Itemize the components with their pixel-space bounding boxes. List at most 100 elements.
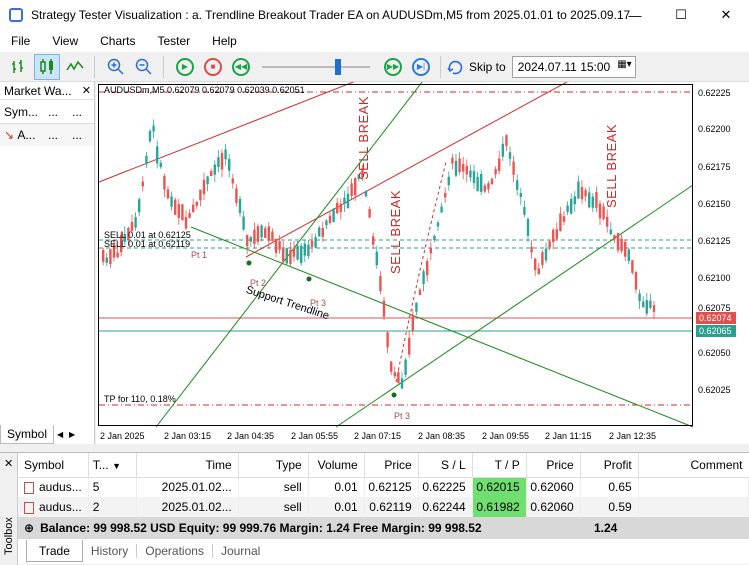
col-volume[interactable]: Volume xyxy=(308,453,365,478)
time-axis-label: 2 Jan 12:35 xyxy=(609,431,657,441)
market-watch-title: Market Wa... xyxy=(4,83,72,98)
skip-to-label: Skip to xyxy=(469,59,506,74)
cell-current-price: 0.62060 xyxy=(526,497,581,517)
position-icon xyxy=(24,482,34,495)
slider-track xyxy=(262,65,370,68)
line-chart-icon xyxy=(66,60,84,70)
cell-comment xyxy=(638,477,749,497)
toolbar: ▶ ■ ◀◀ ▶▶ ▶| Skip to 2024.07.11 15:00 ▦▾ xyxy=(0,52,749,82)
fast-forward-button[interactable]: ▶▶ xyxy=(380,54,406,80)
table-row[interactable]: audus... 5 2025.01.02... sell 0.01 0.621… xyxy=(18,477,749,497)
rewind-icon: ◀◀ xyxy=(232,57,250,76)
col-tp[interactable]: T / P xyxy=(472,453,527,478)
bar-chart-button[interactable] xyxy=(6,54,32,80)
line-chart-button[interactable] xyxy=(62,54,88,80)
time-axis-label: 2 Jan 08:35 xyxy=(418,431,466,441)
cell-volume: 0.01 xyxy=(308,477,365,497)
candlestick-icon xyxy=(40,58,53,74)
tab-history[interactable]: History xyxy=(83,544,138,558)
menu-bar: File View Charts Tester Help xyxy=(0,30,749,52)
table-row[interactable]: audus... 2 2025.01.02... sell 0.01 0.621… xyxy=(18,497,749,517)
menu-help[interactable]: Help xyxy=(201,34,248,48)
toolbar-separator xyxy=(94,55,95,78)
total-profit: 1.24 xyxy=(594,521,618,535)
col-symbol[interactable]: Symbol xyxy=(18,453,89,478)
calendar-dropdown-icon[interactable]: ▦▾ xyxy=(617,59,631,70)
tab-journal[interactable]: Journal xyxy=(213,544,268,558)
zoom-in-button[interactable] xyxy=(103,54,129,80)
window-title: Strategy Tester Visualization : a. Trend… xyxy=(31,8,631,22)
menu-view[interactable]: View xyxy=(41,34,89,48)
market-watch-tabs: Symbol ◀ ▶ xyxy=(0,424,95,444)
price-axis-label: 0.62100 xyxy=(698,273,731,283)
price-axis-label: 0.62025 xyxy=(698,385,731,395)
skip-date-picker[interactable]: 2024.07.11 15:00 ▦▾ xyxy=(511,55,636,78)
mw-col-ask[interactable]: ... xyxy=(68,105,92,119)
col-profit[interactable]: Profit xyxy=(580,453,639,478)
close-button[interactable]: ✕ xyxy=(703,0,749,30)
play-button[interactable]: ▶ xyxy=(172,54,198,80)
bar-chart-icon xyxy=(12,59,23,73)
skip-to-icon xyxy=(447,60,463,74)
toolbox-panel: ✕ Toolbox Symbol T... ▼ Time Type Volume… xyxy=(0,452,749,565)
sell-break-label-3: SELL BREAK xyxy=(604,123,619,208)
menu-file[interactable]: File xyxy=(0,34,41,48)
time-axis-label: 2 Jan 07:15 xyxy=(354,431,402,441)
scroll-right-icon[interactable]: ▶ xyxy=(66,426,78,442)
time-axis-label: 2 Jan 05:55 xyxy=(291,431,339,441)
col-current-price[interactable]: Price xyxy=(526,453,581,478)
mw-col-symbol[interactable]: Sym... xyxy=(0,105,44,119)
col-ticket[interactable]: T... ▼ xyxy=(88,453,137,478)
cell-time: 2025.01.02... xyxy=(136,477,239,497)
market-watch-row[interactable]: ↘ A... ... ... xyxy=(0,124,94,146)
expand-icon[interactable]: ⊕ xyxy=(24,521,34,535)
table-header: Symbol T... ▼ Time Type Volume Price S /… xyxy=(18,453,749,478)
mw-col-bid[interactable]: ... xyxy=(44,105,68,119)
market-watch-header: Market Wa... ✕ xyxy=(0,82,94,100)
scroll-left-icon[interactable]: ◀ xyxy=(54,426,66,442)
stop-button[interactable]: ■ xyxy=(200,54,226,80)
cell-ticket: 2 xyxy=(88,497,137,517)
price-axis-label: 0.62200 xyxy=(698,124,731,134)
slider-thumb[interactable] xyxy=(335,58,342,75)
col-time[interactable]: Time xyxy=(136,453,239,478)
minimize-button[interactable]: — xyxy=(612,0,658,30)
time-axis-label: 2 Jan 09:55 xyxy=(482,431,530,441)
skip-end-button[interactable]: ▶| xyxy=(408,54,434,80)
col-comment[interactable]: Comment xyxy=(638,453,749,478)
cell-tp: 0.62015 xyxy=(472,477,527,497)
price-axis-label: 0.62150 xyxy=(698,199,731,209)
speed-slider[interactable] xyxy=(262,56,370,78)
time-axis-label: 2 Jan 11:15 xyxy=(545,431,592,441)
toolbox-close-icon[interactable]: ✕ xyxy=(4,457,13,470)
col-type[interactable]: Type xyxy=(238,453,309,478)
cell-ticket: 5 xyxy=(88,477,137,497)
market-watch-close-icon[interactable]: ✕ xyxy=(82,84,91,97)
zoom-out-button[interactable] xyxy=(131,54,157,80)
balance-summary: ⊕ Balance: 99 998.52 USD Equity: 99 999.… xyxy=(18,517,749,539)
cell-profit: 0.65 xyxy=(580,477,639,497)
col-price[interactable]: Price xyxy=(364,453,419,478)
rewind-button[interactable]: ◀◀ xyxy=(228,54,254,80)
col-sl[interactable]: S / L xyxy=(418,453,473,478)
menu-charts[interactable]: Charts xyxy=(89,34,146,48)
tab-trade[interactable]: Trade xyxy=(26,540,83,562)
price-axis-label: 0.62125 xyxy=(698,236,731,246)
cell-type: sell xyxy=(238,497,309,517)
toolbox-sidebar: ✕ Toolbox xyxy=(0,453,18,565)
toolbar-separator xyxy=(163,55,164,78)
menu-tester[interactable]: Tester xyxy=(146,34,201,48)
tab-symbol[interactable]: Symbol xyxy=(0,424,55,444)
pt3-label-lower: Pt 3 xyxy=(394,411,411,421)
maximize-button[interactable]: ☐ xyxy=(658,0,704,30)
cell-time: 2025.01.02... xyxy=(136,497,239,517)
cell-current-price: 0.62060 xyxy=(526,477,581,497)
candlestick-chart-button[interactable] xyxy=(34,53,60,80)
time-axis-label: 2 Jan 04:35 xyxy=(227,431,275,441)
balance-text: Balance: 99 998.52 USD Equity: 99 999.76… xyxy=(40,521,482,535)
app-icon xyxy=(9,8,23,22)
mw-row-bid: ... xyxy=(48,128,59,142)
price-chart[interactable]: AUDUSDm,M5 0.62079 0.62079 0.62039 0.620… xyxy=(96,82,749,444)
cell-price: 0.62119 xyxy=(364,497,419,517)
tab-operations[interactable]: Operations xyxy=(137,544,213,558)
